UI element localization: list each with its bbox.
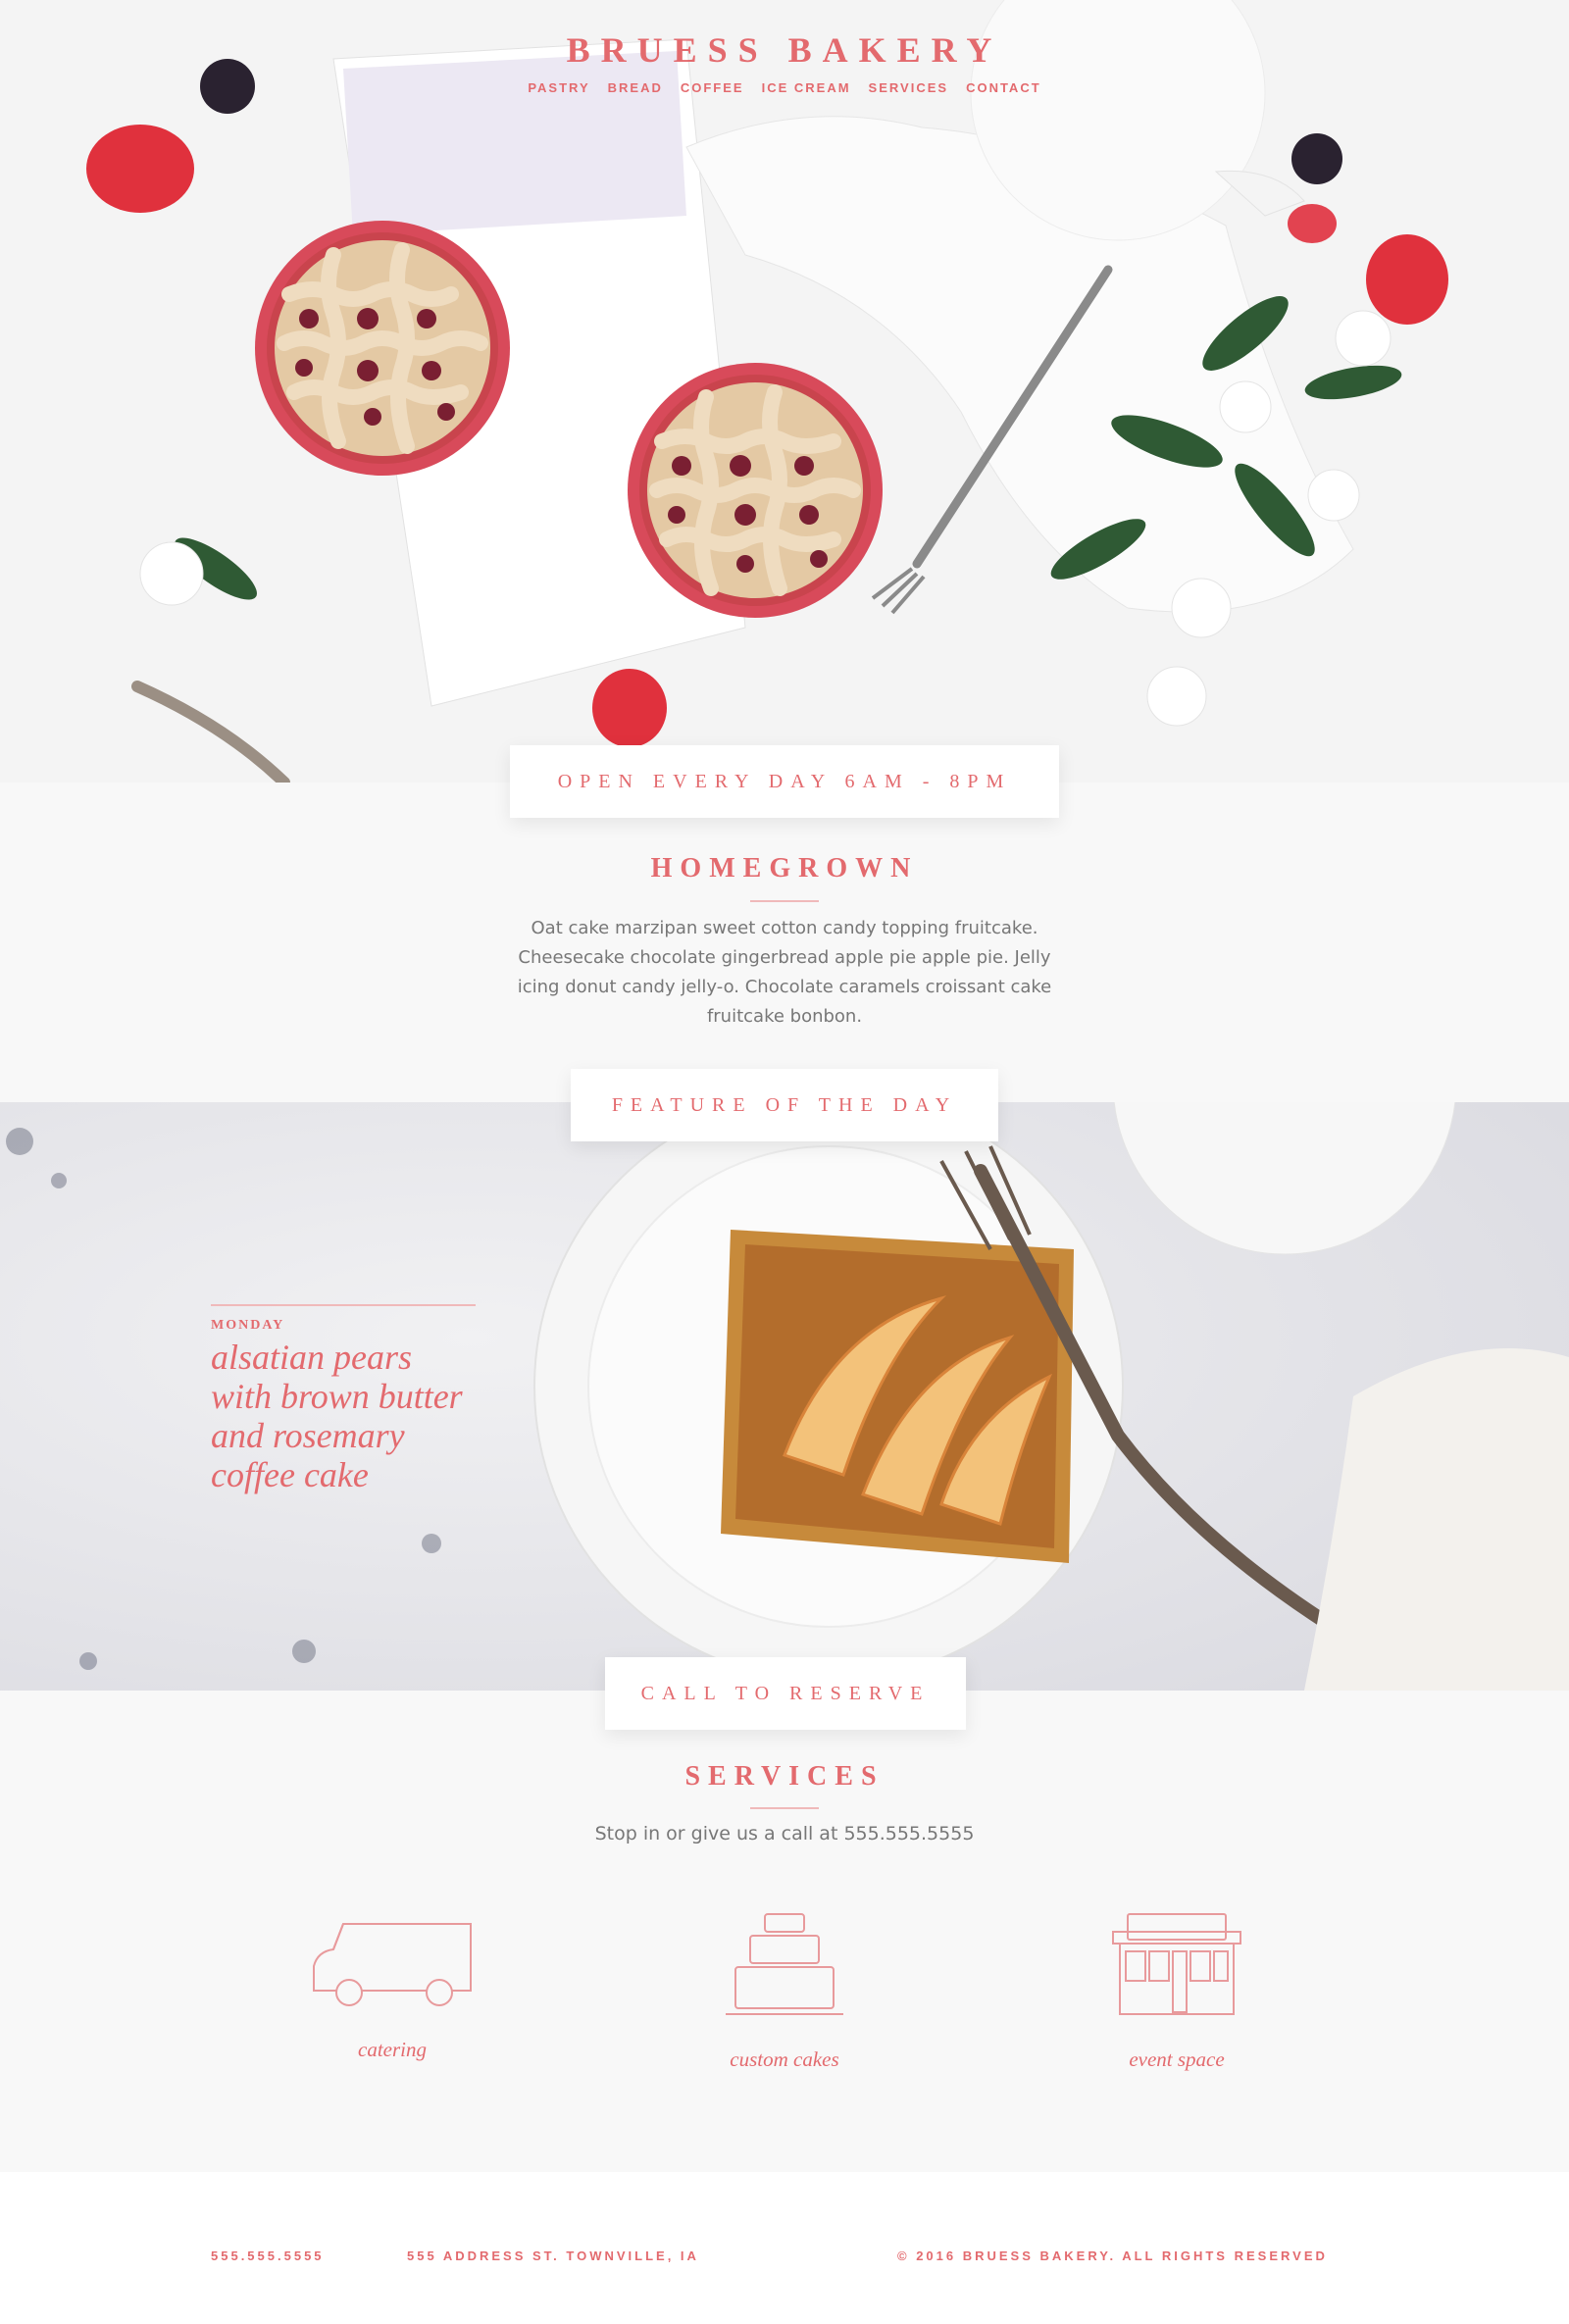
homegrown-body: Oat cake marzipan sweet cotton candy top… [517,918,1052,1027]
main-nav: PASTRY BREAD COFFEE ICE CREAM SERVICES C… [0,80,1569,95]
hero-section: BRUESS BAKERY PASTRY BREAD COFFEE ICE CR… [0,0,1569,783]
services-divider [750,1807,819,1809]
truck-icon [313,1923,472,2006]
nav-item-coffee[interactable]: COFFEE [681,80,744,95]
cake-icon [726,1913,843,2015]
feature-tag: FEATURE OF THE DAY [571,1069,998,1141]
homegrown-title: HOMEGROWN [650,853,919,884]
services-subtitle: Stop in or give us a call at 555.555.555… [594,1823,975,1844]
service-label: event space [1129,2047,1225,2071]
service-label: catering [358,2038,427,2061]
brand-title[interactable]: BRUESS BAKERY [0,29,1569,71]
nav-item-pastry[interactable]: PASTRY [528,80,589,95]
feature-day: MONDAY [211,1318,285,1333]
footer: 555.555.5555 555 ADDRESS ST. TOWNVILLE, … [0,2172,1569,2324]
service-catering[interactable]: catering [294,1912,490,2062]
footer-address: 555 ADDRESS ST. TOWNVILLE, IA [407,2248,699,2263]
feature-caption: MONDAY alsatian pears with brown butter … [211,1304,476,1494]
hours-text: OPEN EVERY DAY 6AM - 8PM [557,770,1012,792]
footer-phone[interactable]: 555.555.5555 [211,2248,325,2263]
reserve-text: CALL TO RESERVE [640,1682,931,1704]
feature-divider [211,1304,476,1306]
feature-name: alsatian pears with brown butter and ros… [211,1338,463,1494]
service-custom-cakes[interactable]: custom cakes [686,1912,883,2072]
nav-item-services[interactable]: SERVICES [869,80,949,95]
services-title: SERVICES [684,1761,885,1792]
hero-image [0,0,1569,783]
feature-section: MONDAY alsatian pears with brown butter … [0,1102,1569,1691]
feature-tag-text: FEATURE OF THE DAY [611,1093,958,1116]
nav-item-ice-cream[interactable]: ICE CREAM [762,80,851,95]
storefront-icon [1112,1913,1241,2015]
nav-item-bread[interactable]: BREAD [608,80,663,95]
service-label: custom cakes [730,2047,839,2071]
service-event-space[interactable]: event space [1079,1912,1275,2072]
hours-banner: OPEN EVERY DAY 6AM - 8PM [510,745,1059,818]
reserve-button[interactable]: CALL TO RESERVE [605,1657,966,1730]
nav-item-contact[interactable]: CONTACT [966,80,1041,95]
homegrown-divider [750,900,819,902]
footer-copyright: © 2016 BRUESS BAKERY. ALL RIGHTS RESERVE… [897,2248,1328,2263]
